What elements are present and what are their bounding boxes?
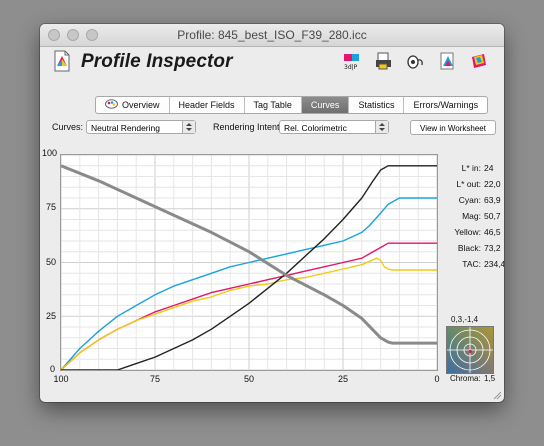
gamut-compare-icon[interactable]	[438, 51, 458, 71]
app-title: Profile Inspector	[81, 51, 233, 72]
y-tick-label: 75	[46, 202, 57, 212]
updown-arrows-icon	[182, 121, 195, 133]
resize-grip-icon[interactable]	[492, 390, 502, 400]
readout-value: 234,4	[484, 259, 504, 269]
measure-device-icon[interactable]	[405, 51, 425, 71]
readout-label: Yellow:	[454, 227, 481, 237]
chroma-value: 1,5	[484, 374, 496, 383]
readout-label: Cyan:	[458, 195, 481, 205]
tab-errors-warnings[interactable]: Errors/Warnings	[403, 97, 487, 113]
app-logo-icon	[54, 50, 70, 72]
readout-value: 46,5	[484, 227, 501, 237]
tab-label: Header Fields	[178, 100, 235, 110]
chroma-target-icon	[447, 327, 493, 373]
readout-label: Mag:	[462, 211, 481, 221]
updown-arrows-icon	[375, 121, 388, 133]
chroma-ab-readout: 0,3,-1,4	[451, 315, 479, 324]
window-title: Profile: 845_best_ISO_F39_280.icc	[177, 28, 367, 42]
readout-label: Black:	[457, 243, 481, 253]
rendering-intent-value: Rel. Colorimetric	[284, 123, 347, 133]
tab-label: Tag Table	[253, 100, 292, 110]
readout-label: L* out:	[456, 179, 481, 189]
x-tick-label: 0	[434, 374, 440, 384]
tab-label: Statistics	[358, 100, 395, 110]
curves-select-value: Neutral Rendering	[91, 123, 160, 133]
x-tick-label: 75	[149, 374, 160, 384]
curves-chart	[60, 154, 438, 371]
tab-curves[interactable]: Curves	[300, 97, 349, 113]
readout-label: TAC:	[462, 259, 481, 269]
tab-label: Errors/Warnings	[413, 100, 479, 110]
y-tick-label: 50	[46, 257, 57, 267]
readout-label: L* in:	[461, 163, 481, 173]
x-tick-label: 25	[337, 374, 348, 384]
readout-value: 22,0	[484, 179, 501, 189]
tab-tag-table[interactable]: Tag Table	[243, 97, 301, 113]
title-bar: Profile: 845_best_ISO_F39_280.icc	[40, 24, 504, 47]
color-book-icon[interactable]	[469, 51, 489, 71]
chroma-target	[446, 326, 494, 374]
overview-icon	[105, 99, 118, 109]
tab-statistics[interactable]: Statistics	[348, 97, 403, 113]
readout-value: 63,9	[484, 195, 501, 205]
rendering-intent-label: Rendering Intent:	[213, 122, 283, 132]
svg-text:3d|P: 3d|P	[344, 64, 358, 71]
chroma-label: Chroma:	[450, 374, 481, 383]
color-space-3d-icon[interactable]: 3d|P	[342, 51, 362, 71]
tab-overview[interactable]: Overview	[96, 97, 169, 113]
readout-value: 50,7	[484, 211, 501, 221]
tab-header-fields[interactable]: Header Fields	[168, 97, 244, 113]
view-in-worksheet-button[interactable]: View in Worksheet	[410, 120, 496, 135]
x-tick-label: 100	[53, 374, 69, 384]
readout-value: 73,2	[484, 243, 501, 253]
tab-label: Curves	[310, 100, 340, 110]
curves-select[interactable]: Neutral Rendering	[86, 120, 196, 134]
curves-plot[interactable]	[60, 154, 438, 371]
y-tick-label: 0	[50, 364, 56, 374]
profile-window: Profile: 845_best_ISO_F39_280.icc Profil…	[40, 24, 504, 402]
rendering-intent-select[interactable]: Rel. Colorimetric	[279, 120, 389, 134]
readout-value: 24	[484, 163, 494, 173]
tab-bar: Overview Header Fields Tag Table Curves …	[95, 96, 489, 114]
tab-label: Overview	[122, 100, 160, 110]
y-tick-label: 100	[42, 148, 58, 158]
y-tick-label: 25	[46, 311, 57, 321]
curves-label: Curves:	[52, 122, 84, 132]
x-tick-label: 50	[243, 374, 254, 384]
print-profile-icon[interactable]	[374, 51, 394, 71]
